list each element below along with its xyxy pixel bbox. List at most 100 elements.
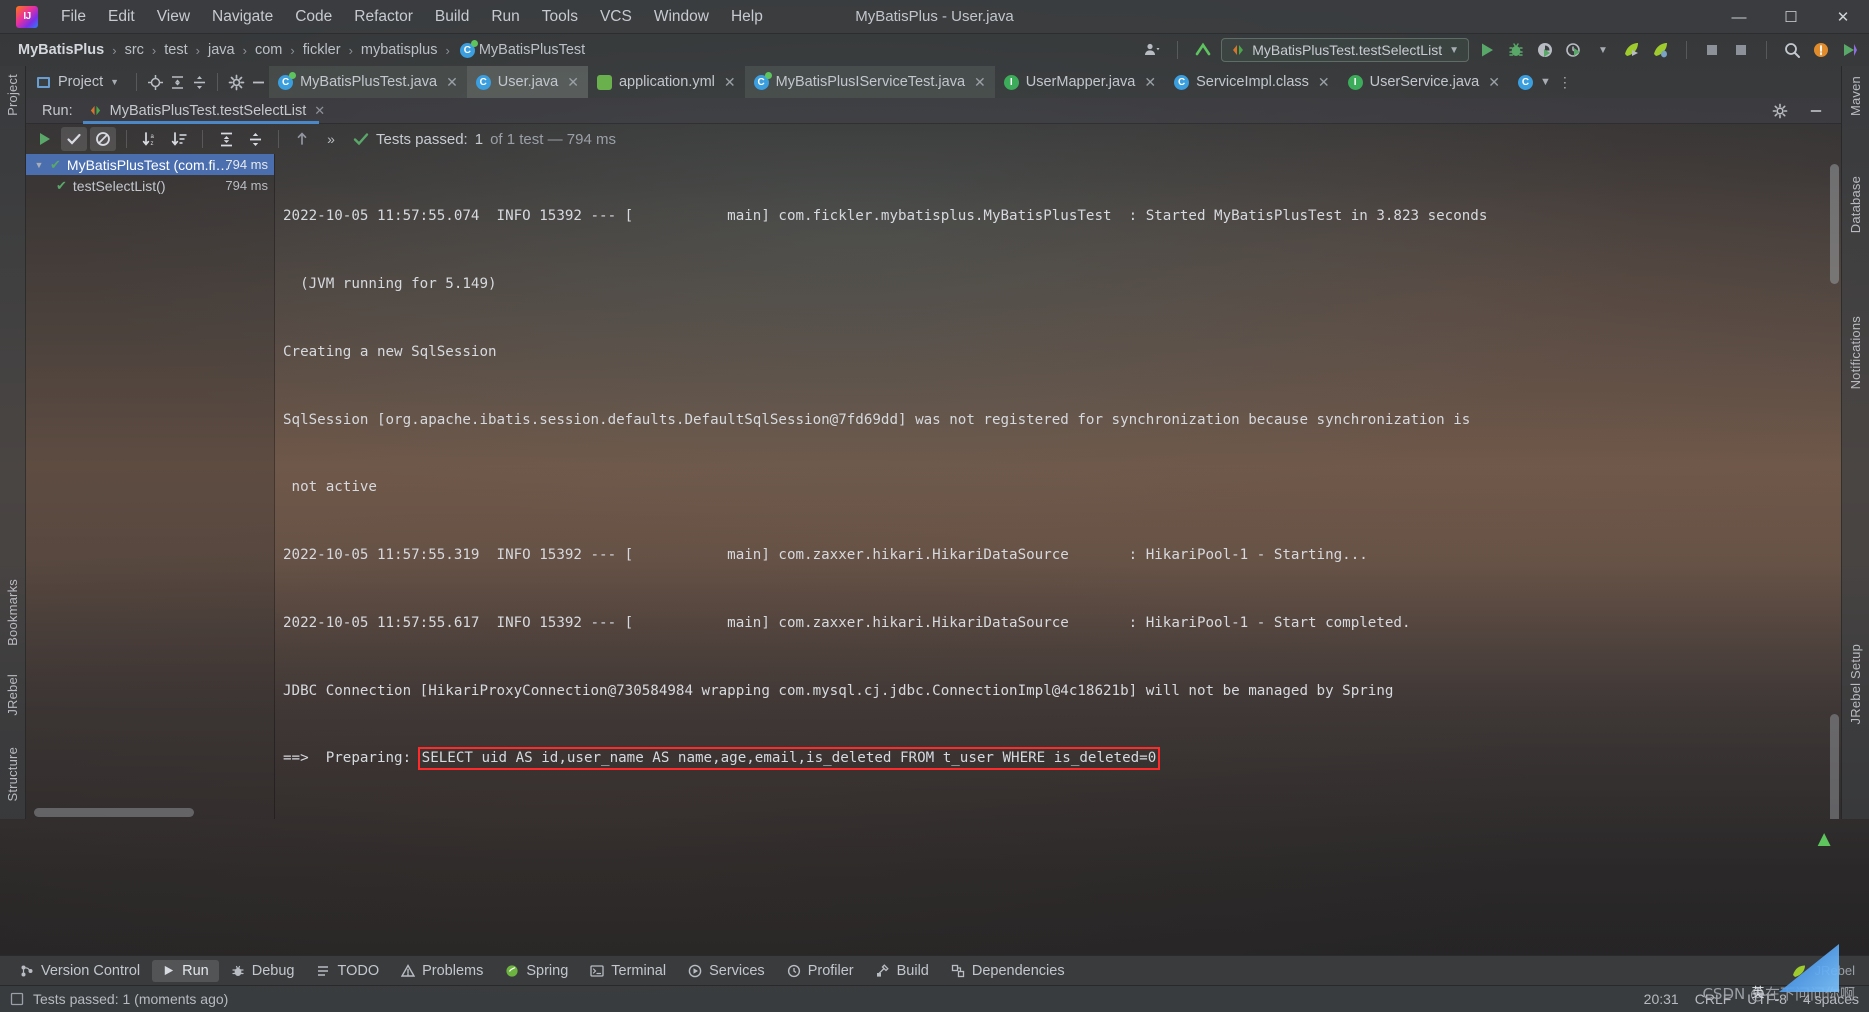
run-configuration-selector[interactable]: MyBatisPlusTest.testSelectList ▼ [1221, 38, 1469, 62]
gear-icon[interactable] [1769, 100, 1791, 122]
tree-horizontal-scrollbar[interactable] [34, 808, 194, 817]
console-vertical-scrollbar-thumb[interactable] [1830, 714, 1839, 819]
chevron-down-icon[interactable]: ▼ [1592, 39, 1614, 61]
jrebel-run-icon[interactable] [1621, 39, 1643, 61]
chevron-down-icon[interactable]: ▼ [110, 77, 119, 87]
show-passed-icon[interactable] [61, 127, 87, 151]
minimize-button[interactable]: — [1713, 0, 1765, 34]
sidebar-item-structure[interactable]: Structure [5, 747, 20, 807]
gear-icon[interactable] [225, 71, 247, 93]
editor-tab-mybatisplusiservicetest[interactable]: C MyBatisPlusIServiceTest.java ✕ [744, 66, 995, 98]
close-icon[interactable]: ✕ [1144, 74, 1156, 91]
test-tree-node-class[interactable]: ▼ ✔ MyBatisPlusTest (com.fi… 794 ms [26, 154, 274, 175]
editor-tab-usermapper[interactable]: I UserMapper.java ✕ [995, 66, 1165, 98]
search-icon[interactable] [1781, 39, 1803, 61]
bottom-tab-todo[interactable]: TODO [306, 960, 389, 982]
sidebar-item-maven[interactable]: Maven [1848, 76, 1863, 121]
sidebar-item-jrebel-setup[interactable]: JRebel Setup [1848, 644, 1863, 729]
stop-icon[interactable] [1701, 39, 1723, 61]
sidebar-item-project[interactable]: Project [5, 74, 20, 121]
run-icon[interactable] [1476, 39, 1498, 61]
close-icon[interactable]: ✕ [1488, 74, 1500, 91]
test-tree-node-method[interactable]: ✔ testSelectList() 794 ms [26, 175, 274, 196]
expand-all-icon[interactable] [166, 71, 188, 93]
console-vertical-scrollbar[interactable] [1830, 164, 1839, 284]
close-icon[interactable]: ✕ [567, 74, 579, 91]
bottom-tab-run[interactable]: Run [152, 959, 219, 982]
close-icon[interactable]: ✕ [974, 74, 986, 91]
run-tab[interactable]: MyBatisPlusTest.testSelectList ✕ [82, 98, 332, 124]
project-tool-button[interactable]: Project ▼ [26, 66, 129, 98]
rerun-icon[interactable] [32, 127, 58, 151]
ime-indicator[interactable]: 英 [1743, 976, 1773, 1010]
collapse-all-icon[interactable] [242, 127, 268, 151]
breadcrumb-item-fickler[interactable]: fickler [299, 40, 345, 60]
bottom-tab-debug[interactable]: Debug [221, 960, 305, 982]
bottom-tab-dependencies[interactable]: Dependencies [941, 960, 1075, 982]
sidebar-item-notifications[interactable]: Notifications [1848, 316, 1863, 394]
stop-all-icon[interactable] [1730, 39, 1752, 61]
menu-item-file[interactable]: File [50, 4, 97, 30]
update-project-icon[interactable] [1192, 39, 1214, 61]
hide-ignored-icon[interactable] [90, 127, 116, 151]
close-icon[interactable]: ✕ [314, 103, 325, 119]
scroll-to-top-icon[interactable]: ▲ [1813, 826, 1835, 852]
chevron-down-icon[interactable]: ▼ [34, 160, 44, 170]
bottom-tab-problems[interactable]: Problems [391, 960, 493, 982]
close-icon[interactable]: ✕ [1318, 74, 1330, 91]
menu-item-help[interactable]: Help [720, 4, 774, 30]
breadcrumb-item-src[interactable]: src [121, 40, 148, 60]
locate-file-icon[interactable] [144, 71, 166, 93]
breadcrumb-item-mybatisplus[interactable]: mybatisplus [357, 40, 442, 60]
breadcrumb-item-java[interactable]: java [204, 40, 239, 60]
editor-tab-serviceimpl[interactable]: C ServiceImpl.class ✕ [1165, 66, 1339, 98]
menu-item-edit[interactable]: Edit [97, 4, 146, 30]
bottom-tab-build[interactable]: Build [866, 960, 939, 982]
menu-item-view[interactable]: View [146, 4, 201, 30]
breadcrumb-project[interactable]: MyBatisPlus [14, 40, 108, 60]
hide-icon[interactable] [247, 71, 269, 93]
more-icon[interactable]: » [318, 127, 344, 151]
menu-item-code[interactable]: Code [284, 4, 343, 30]
close-icon[interactable]: ✕ [446, 74, 458, 91]
sidebar-item-jrebel[interactable]: JRebel [5, 674, 20, 721]
close-icon[interactable]: ✕ [724, 74, 736, 91]
sort-by-duration-icon[interactable] [166, 127, 192, 151]
expand-all-icon[interactable] [213, 127, 239, 151]
breadcrumb-item-com[interactable]: com [251, 40, 286, 60]
editor-tab-overflow[interactable]: C ▼ ⋮ [1509, 66, 1582, 98]
breadcrumb-item-class[interactable]: MyBatisPlusTest [475, 40, 589, 60]
notifications-icon[interactable] [1810, 39, 1832, 61]
menu-item-build[interactable]: Build [424, 4, 480, 30]
menu-item-tools[interactable]: Tools [531, 4, 589, 30]
editor-tab-application-yml[interactable]: application.yml ✕ [588, 66, 745, 98]
bottom-tab-terminal[interactable]: Terminal [580, 960, 676, 982]
bottom-tab-profiler[interactable]: Profiler [777, 960, 864, 982]
menu-item-window[interactable]: Window [643, 4, 720, 30]
hide-icon[interactable] [1805, 100, 1827, 122]
maximize-button[interactable]: ☐ [1765, 0, 1817, 34]
profiler-icon[interactable] [1563, 39, 1585, 61]
console-output[interactable]: 2022-10-05 11:57:55.074 INFO 15392 --- [… [275, 154, 1841, 819]
prev-failed-icon[interactable] [289, 127, 315, 151]
collapse-all-icon[interactable] [188, 71, 210, 93]
sort-alphabetically-icon[interactable]: az [137, 127, 163, 151]
menu-item-run[interactable]: Run [480, 4, 530, 30]
editor-tab-mybatisplustest[interactable]: C MyBatisPlusTest.java ✕ [269, 66, 467, 98]
sidebar-item-database[interactable]: Database [1848, 176, 1863, 238]
chevron-down-icon[interactable]: ▼ [1540, 76, 1551, 88]
chevron-down-icon[interactable]: ▼ [1449, 45, 1459, 56]
menu-item-navigate[interactable]: Navigate [201, 4, 284, 30]
bottom-tab-services[interactable]: Services [678, 960, 775, 982]
run-coverage-icon[interactable] [1534, 39, 1556, 61]
more-icon[interactable]: ⋮ [1558, 74, 1573, 91]
menu-item-vcs[interactable]: VCS [589, 4, 643, 30]
debug-icon[interactable] [1505, 39, 1527, 61]
user-settings-icon[interactable] [1141, 39, 1163, 61]
menu-item-refactor[interactable]: Refactor [343, 4, 424, 30]
bottom-tab-spring[interactable]: Spring [495, 960, 578, 982]
sidebar-item-bookmarks[interactable]: Bookmarks [5, 579, 20, 651]
editor-tab-user[interactable]: C User.java ✕ [466, 66, 588, 98]
plugin-icon[interactable] [1839, 39, 1861, 61]
editor-tab-userservice[interactable]: I UserService.java ✕ [1339, 66, 1509, 98]
